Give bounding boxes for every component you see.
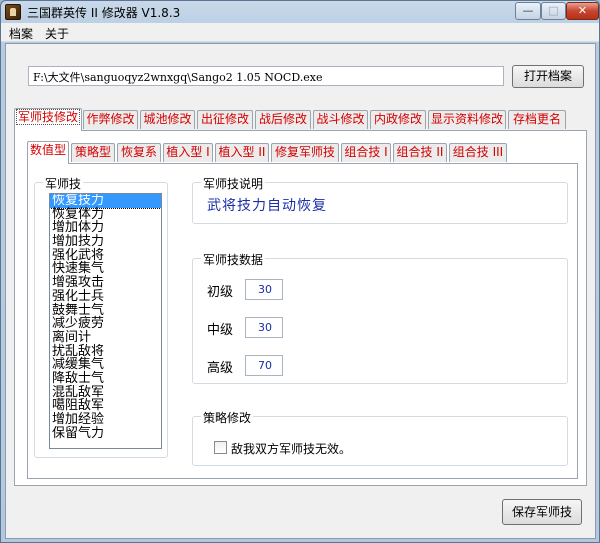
subtab-repair-skill[interactable]: 修复军师技 [271, 143, 339, 162]
minimize-button[interactable]: — [515, 2, 541, 20]
open-file-button[interactable]: 打开档案 [512, 65, 584, 88]
title-bar[interactable]: 三国群英传 II 修改器 V1.8.3 — □ ✕ [1, 1, 599, 23]
tab-cheat[interactable]: 作弊修改 [83, 110, 138, 129]
save-skill-button[interactable]: 保存军师技 [502, 499, 582, 525]
tab-postwar[interactable]: 战后修改 [255, 110, 311, 129]
disable-skills-checkbox[interactable] [214, 441, 227, 454]
strategy-group-label: 策略修改 [201, 409, 254, 426]
level-basic-label: 初级 [207, 285, 234, 300]
tab-expedition[interactable]: 出征修改 [197, 110, 253, 129]
close-button[interactable]: ✕ [566, 2, 599, 20]
disable-skills-label[interactable]: 敌我双方军师技无效。 [231, 440, 351, 457]
list-item[interactable]: 增强攻击 [50, 276, 161, 290]
skill-listbox[interactable]: 恢复技力 恢复体力 增加体力 增加技力 强化武将 快速集气 增强攻击 强化士兵 … [49, 193, 162, 449]
list-item[interactable]: 混乱敌军 [50, 385, 161, 400]
tab-save-rename[interactable]: 存档更名 [508, 110, 566, 129]
skill-description-text: 武将技力自动恢复 [207, 198, 327, 214]
list-item[interactable]: 减缓集气 [50, 358, 161, 372]
menu-about[interactable]: 关于 [45, 25, 69, 42]
level-mid-label: 中级 [207, 323, 234, 338]
client-area: F:\大文件\sanguoqyz2wnxgq\Sango2 1.05 NOCD.… [5, 43, 596, 539]
maximize-button[interactable]: □ [541, 2, 566, 20]
list-item[interactable]: 增加体力 [50, 221, 161, 235]
subtab-strategy[interactable]: 策略型 [71, 143, 115, 162]
subtab-recovery[interactable]: 恢复系 [117, 143, 161, 162]
skill-list-label: 军师技 [43, 175, 84, 192]
skill-description-label: 军师技说明 [201, 175, 266, 192]
app-icon [5, 4, 21, 20]
subtab-implant-1[interactable]: 植入型 I [163, 143, 213, 162]
list-item[interactable]: 强化士兵 [50, 290, 161, 304]
list-item[interactable]: 恢复技力 [50, 194, 161, 209]
skill-list-group: 军师技 恢复技力 恢复体力 增加体力 增加技力 强化武将 快速集气 增强攻击 强… [34, 175, 168, 458]
subtab-numeric[interactable]: 数值型 [27, 141, 69, 164]
subtab-implant-2[interactable]: 植入型 II [215, 143, 269, 162]
menu-bar: 档案 关于 [1, 23, 599, 42]
list-item[interactable]: 噶阻敌军 [50, 399, 161, 413]
skill-description-group: 军师技说明 武将技力自动恢复 [192, 175, 568, 224]
list-item[interactable]: 减少疲劳 [50, 317, 161, 331]
list-item[interactable]: 增加技力 [50, 235, 161, 249]
list-item[interactable]: 增加经验 [50, 413, 161, 427]
level-basic-input[interactable]: 30 [245, 279, 283, 300]
list-item[interactable]: 恢复体力 [50, 207, 161, 222]
file-path-field[interactable]: F:\大文件\sanguoqyz2wnxgq\Sango2 1.05 NOCD.… [28, 66, 504, 86]
tab-advisor-skill[interactable]: 军师技修改 [14, 108, 82, 131]
numeric-panel: 军师技 恢复技力 恢复体力 增加体力 增加技力 强化武将 快速集气 增强攻击 强… [27, 163, 578, 479]
tab-battle[interactable]: 战斗修改 [313, 110, 368, 129]
list-item[interactable]: 保留气力 [50, 426, 161, 441]
main-tab-strip: 军师技修改 作弊修改 城池修改 出征修改 战后修改 战斗修改 内政修改 显示资料… [14, 108, 594, 131]
level-high-input[interactable]: 70 [245, 355, 283, 376]
menu-file[interactable]: 档案 [9, 25, 33, 42]
tab-city[interactable]: 城池修改 [140, 110, 195, 129]
list-item[interactable]: 离间计 [50, 331, 161, 345]
skill-data-group: 军师技数据 初级 30 中级 30 高级 70 [192, 251, 568, 384]
window-title: 三国群英传 II 修改器 V1.8.3 [27, 6, 181, 20]
list-item[interactable]: 快速集气 [50, 262, 161, 276]
list-item[interactable]: 降敌士气 [50, 372, 161, 386]
tab-display-data[interactable]: 显示资料修改 [428, 110, 506, 129]
strategy-group: 策略修改 敌我双方军师技无效。 [192, 409, 568, 466]
tab-domestic[interactable]: 内政修改 [370, 110, 426, 129]
level-mid-input[interactable]: 30 [245, 317, 283, 338]
sub-tab-strip: 数值型 策略型 恢复系 植入型 I 植入型 II 修复军师技 组合技 I 组合技… [27, 141, 567, 164]
subtab-combo-1[interactable]: 组合技 I [341, 143, 391, 162]
level-high-label: 高级 [207, 361, 234, 376]
app-window: 三国群英传 II 修改器 V1.8.3 — □ ✕ 档案 关于 F:\大文件\s… [0, 0, 600, 543]
subtab-combo-3[interactable]: 组合技 III [449, 143, 507, 162]
subtab-combo-2[interactable]: 组合技 II [393, 143, 447, 162]
skill-data-label: 军师技数据 [201, 251, 266, 268]
advisor-skill-panel: 数值型 策略型 恢复系 植入型 I 植入型 II 修复军师技 组合技 I 组合技… [14, 130, 587, 486]
